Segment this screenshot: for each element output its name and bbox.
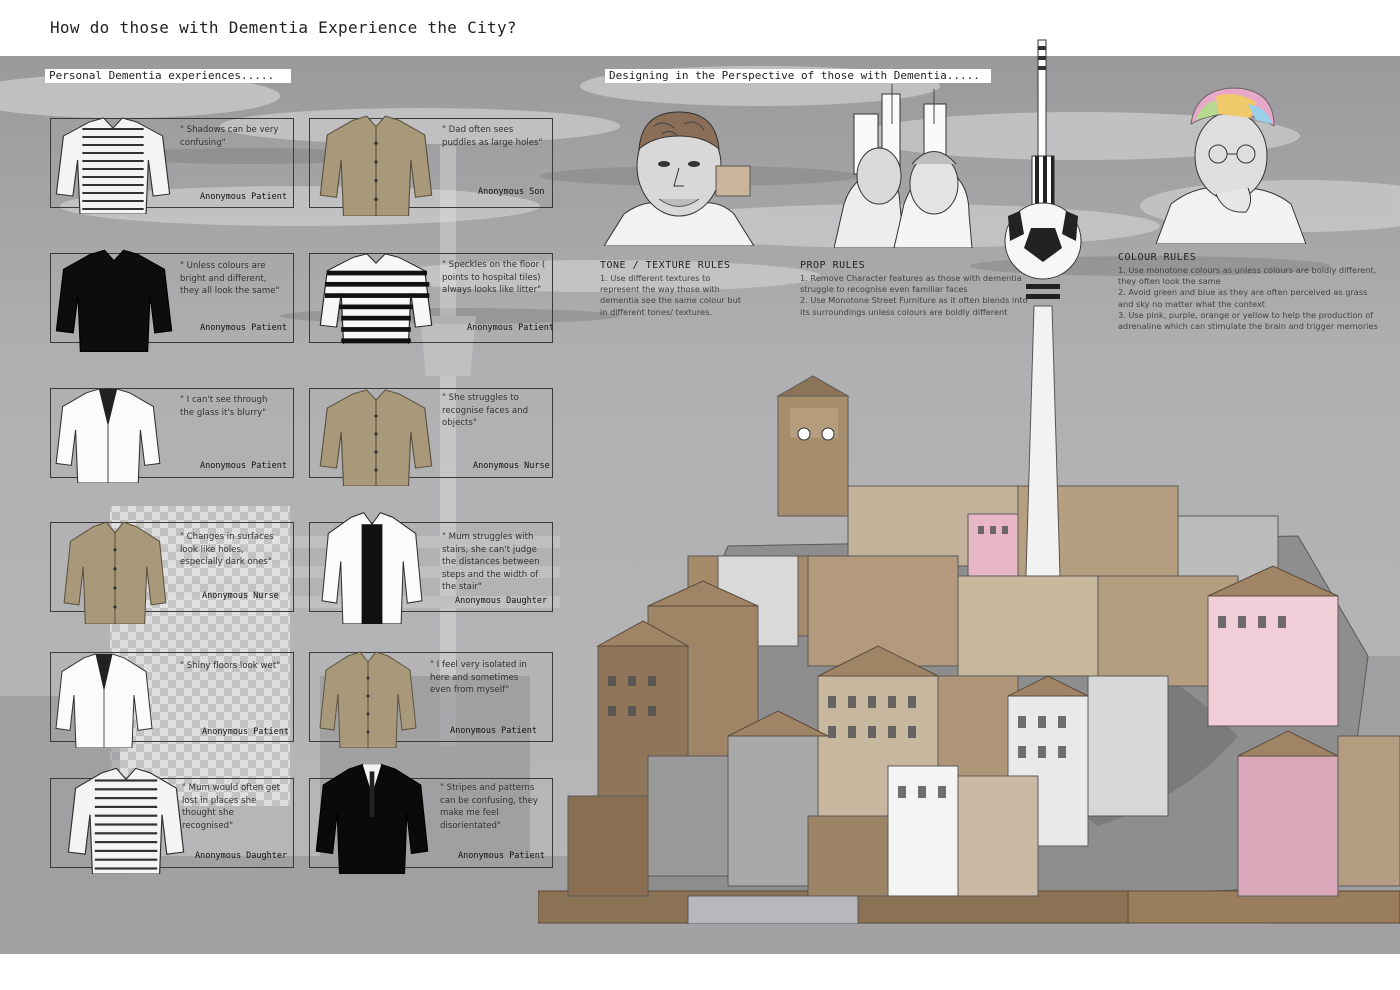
khaki-shirt-garment <box>318 112 434 216</box>
card-attribution: Anonymous Daughter <box>455 596 548 606</box>
card-quote: " Mum struggles with stairs, she can't j… <box>442 532 540 592</box>
card-attribution: Anonymous Patient <box>202 727 289 737</box>
card-attribution: Anonymous Patient <box>200 323 287 333</box>
card-quote: " Changes in surfaces look like holes, e… <box>180 532 274 567</box>
card-attribution: Anonymous Son <box>478 187 545 197</box>
card-attribution: Anonymous Patient <box>450 726 537 736</box>
white-shirt-garment <box>54 385 162 483</box>
clock-tower <box>790 408 838 441</box>
khaki-pocket-shirt-garment <box>318 386 434 486</box>
card-quote: " Speckles on the floor ( points to hosp… <box>442 260 546 295</box>
khaki-jacket-garment <box>62 518 168 624</box>
left-section-label: Personal Dementia experiences..... <box>45 69 291 83</box>
card-quote: " Stripes and patterns can be confusing,… <box>440 783 538 831</box>
card-quote: " Mum would often get lost in places she… <box>182 783 281 831</box>
card-quote: " I can't see through the glass it's blu… <box>180 395 268 418</box>
newspaper-shirt-2-garment <box>66 764 186 874</box>
card-quote: " Shiny floors look wet" <box>180 661 281 671</box>
white-cardigan-garment <box>320 508 424 624</box>
card-quote: " She struggles to recognise faces and o… <box>442 393 529 428</box>
card-attribution: Anonymous Daughter <box>195 851 288 861</box>
card-quote: " Shadows can be very confusing" <box>180 125 279 148</box>
black-sweater-garment <box>54 246 174 352</box>
card-quote: " Unless colours are bright and differen… <box>180 261 280 296</box>
page-title: How do those with Dementia Experience th… <box>50 18 517 37</box>
card-attribution: Anonymous Patient <box>200 192 287 202</box>
khaki-cardigan-garment <box>318 648 418 748</box>
black-suit-garment <box>314 760 430 874</box>
card-attribution: Anonymous Patient <box>200 461 287 471</box>
card-quote: " I feel very isolated in here and somet… <box>430 660 527 695</box>
card-quote: " Dad often sees puddles as large holes" <box>442 125 543 148</box>
white-blazer-garment <box>54 650 154 748</box>
card-attribution: Anonymous Patient <box>458 851 545 861</box>
card-attribution: Anonymous Nurse <box>202 591 279 601</box>
newspaper-shirt-garment <box>54 114 172 214</box>
striped-top-garment <box>318 250 434 344</box>
city-model-photo <box>538 36 1400 924</box>
